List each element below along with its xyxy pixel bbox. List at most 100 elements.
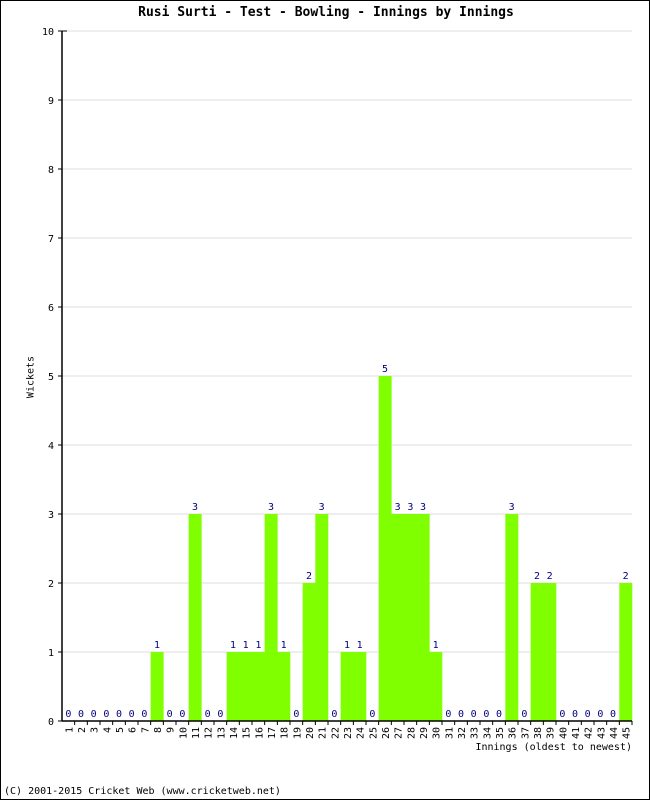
bar	[226, 652, 240, 721]
x-tick-label: 45	[622, 727, 633, 739]
x-tick-label: 39	[546, 727, 557, 739]
x-tick-label: 42	[584, 727, 595, 739]
y-tick-label: 0	[48, 717, 54, 728]
x-tick-label: 4	[102, 727, 113, 733]
bar	[188, 514, 202, 721]
bar	[619, 583, 633, 721]
x-tick-label: 16	[254, 727, 265, 739]
data-label: 0	[205, 709, 211, 720]
bar	[239, 652, 253, 721]
x-tick-label: 6	[128, 727, 139, 733]
data-label: 0	[78, 709, 84, 720]
x-tick-label: 9	[166, 727, 177, 733]
x-tick-label: 2	[77, 727, 88, 733]
bar	[150, 652, 164, 721]
chart-frame: Rusi Surti - Test - Bowling - Innings by…	[0, 0, 650, 800]
x-tick-label: 25	[368, 727, 379, 739]
x-tick-label: 13	[216, 727, 227, 739]
data-label: 0	[445, 709, 451, 720]
x-tick-label: 27	[394, 727, 405, 739]
data-label: 1	[243, 640, 249, 651]
bar	[429, 652, 443, 721]
data-label: 0	[116, 709, 122, 720]
data-label: 3	[192, 502, 198, 513]
data-label: 0	[471, 709, 477, 720]
x-tick-label: 20	[305, 727, 316, 739]
y-tick-label: 8	[48, 165, 54, 176]
data-label: 0	[103, 709, 109, 720]
y-tick-label: 6	[48, 303, 54, 314]
data-label: 0	[597, 709, 603, 720]
data-label: 0	[217, 709, 223, 720]
x-tick-label: 28	[406, 727, 417, 739]
x-tick-label: 18	[280, 727, 291, 739]
bar	[404, 514, 417, 721]
data-label: 3	[319, 502, 325, 513]
bar	[378, 376, 392, 721]
data-label: 1	[433, 640, 439, 651]
x-tick-label: 29	[419, 727, 430, 739]
x-tick-label: 8	[153, 727, 164, 733]
x-tick-label: 22	[330, 727, 341, 739]
data-label: 0	[585, 709, 591, 720]
y-tick-label: 4	[48, 441, 54, 452]
data-label: 3	[268, 502, 274, 513]
y-tick-label: 1	[48, 648, 54, 659]
bar	[391, 514, 405, 721]
x-tick-label: 32	[457, 727, 468, 739]
y-tick-label: 7	[48, 234, 54, 245]
x-tick-label: 15	[242, 727, 253, 739]
data-label: 0	[458, 709, 464, 720]
data-label: 1	[344, 640, 350, 651]
y-tick-label: 2	[48, 579, 54, 590]
data-label: 0	[141, 709, 147, 720]
data-label: 0	[559, 709, 565, 720]
x-tick-label: 34	[482, 727, 493, 739]
x-tick-label: 33	[470, 727, 481, 739]
bar	[353, 652, 367, 721]
x-tick-label: 23	[343, 727, 354, 739]
bar	[252, 652, 265, 721]
data-label: 0	[179, 709, 185, 720]
data-label: 1	[281, 640, 287, 651]
x-tick-label: 38	[533, 727, 544, 739]
data-label: 0	[369, 709, 375, 720]
data-label: 3	[420, 502, 426, 513]
y-tick-label: 10	[42, 27, 54, 38]
data-label: 3	[407, 502, 413, 513]
x-tick-label: 12	[204, 727, 215, 739]
data-label: 0	[610, 709, 616, 720]
x-tick-label: 41	[571, 727, 582, 739]
x-tick-label: 44	[609, 727, 620, 739]
x-tick-label: 24	[356, 727, 367, 739]
bar	[340, 652, 354, 721]
bar	[505, 514, 519, 721]
x-tick-label: 43	[596, 727, 607, 739]
x-tick-label: 7	[140, 727, 151, 733]
bar	[264, 514, 278, 721]
data-label: 5	[382, 364, 388, 375]
data-label: 2	[547, 571, 553, 582]
copyright-footer: (C) 2001-2015 Cricket Web (www.cricketwe…	[4, 786, 281, 797]
bar	[302, 583, 316, 721]
x-tick-label: 35	[495, 727, 506, 739]
data-label: 1	[255, 640, 261, 651]
bar	[277, 652, 291, 721]
x-tick-label: 5	[115, 727, 126, 733]
bar	[543, 583, 557, 721]
data-label: 0	[65, 709, 71, 720]
data-label: 0	[496, 709, 502, 720]
x-tick-label: 14	[229, 727, 240, 739]
data-label: 1	[230, 640, 236, 651]
x-tick-label: 30	[432, 727, 443, 739]
x-tick-label: 36	[508, 727, 519, 739]
data-label: 0	[91, 709, 97, 720]
x-tick-label: 26	[381, 727, 392, 739]
bar	[315, 514, 329, 721]
x-tick-label: 10	[178, 727, 189, 739]
bar	[416, 514, 430, 721]
data-label: 0	[293, 709, 299, 720]
x-tick-label: 40	[558, 727, 569, 739]
x-tick-label: 1	[64, 727, 75, 733]
x-tick-label: 31	[444, 727, 455, 739]
